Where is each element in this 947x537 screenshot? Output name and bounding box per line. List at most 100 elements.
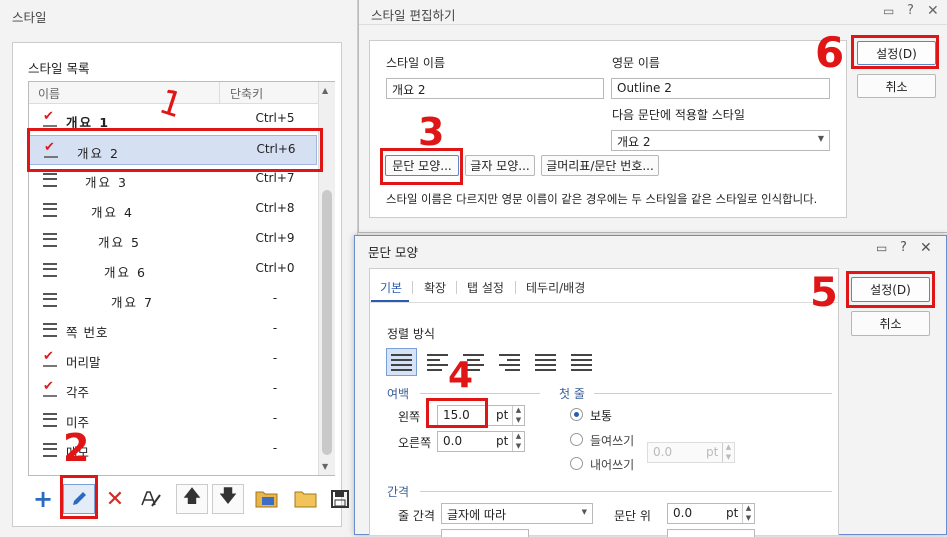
list-item[interactable]: 각주 - xyxy=(29,375,317,405)
delete-x-icon[interactable]: ✕ xyxy=(99,484,131,514)
style-shortcut: - xyxy=(272,321,278,335)
eng-name-label: 영문 이름 xyxy=(612,56,660,70)
radio-indent[interactable] xyxy=(570,433,583,446)
save-icon[interactable] xyxy=(327,484,353,514)
para-cancel-button[interactable]: 취소 xyxy=(851,311,930,336)
unit-label: pt xyxy=(496,408,509,422)
style-shortcut: - xyxy=(272,441,278,455)
align-divide-icon[interactable] xyxy=(566,348,597,376)
list-item[interactable]: 메모 - xyxy=(29,435,317,465)
para-ok-button[interactable]: 설정(D) xyxy=(851,277,930,302)
list-item[interactable]: 개요 5 Ctrl+9 xyxy=(29,225,317,255)
spinner-icon[interactable]: ▲ ▼ xyxy=(742,504,754,523)
add-icon[interactable]: + xyxy=(27,484,59,514)
spinner-icon: ▲ ▼ xyxy=(722,443,734,462)
close-icon[interactable]: ✕ xyxy=(927,3,939,19)
list-item-selected[interactable]: 개요 2 Ctrl+6 xyxy=(29,135,317,165)
style-list-header: 이름 단축키 xyxy=(29,82,318,104)
left-margin-value: 15.0 xyxy=(443,408,470,422)
partial-field xyxy=(441,529,529,537)
edit-pencil-icon[interactable] xyxy=(63,484,95,514)
line-spacing-select[interactable]: 글자에 따라 ▼ xyxy=(441,503,593,524)
edit-style-icon[interactable] xyxy=(135,484,167,514)
bullet-numbering-button[interactable]: 글머리표/문단 번호... xyxy=(541,155,659,176)
scroll-down-icon[interactable]: ▼ xyxy=(322,462,328,471)
next-style-value: 개요 2 xyxy=(617,135,651,149)
list-item[interactable]: 개요 6 Ctrl+0 xyxy=(29,255,317,285)
question-icon[interactable]: ? xyxy=(900,240,907,255)
spinner-icon[interactable]: ▲ ▼ xyxy=(512,406,524,425)
chevron-down-icon: ▼ xyxy=(581,508,587,516)
tab-basic[interactable]: 기본 xyxy=(380,279,402,296)
list-item[interactable]: 개요 4 Ctrl+8 xyxy=(29,195,317,225)
tab-border-bg[interactable]: 테두리/배경 xyxy=(526,279,585,296)
para-dialog-title: 문단 모양 xyxy=(368,245,418,260)
style-window-title: 스타일 xyxy=(12,10,47,25)
style-name: 개요 6 xyxy=(104,265,147,280)
scroll-thumb[interactable] xyxy=(322,190,332,455)
question-icon[interactable]: ? xyxy=(907,3,914,18)
move-down-icon[interactable]: 🡇 xyxy=(212,484,244,514)
style-name: 미주 xyxy=(66,415,90,430)
eng-name-field[interactable]: Outline 2 xyxy=(611,78,830,99)
style-shortcut: Ctrl+8 xyxy=(255,201,295,215)
close-icon[interactable]: ✕ xyxy=(920,240,932,256)
style-name-field[interactable]: 개요 2 xyxy=(386,78,604,99)
scroll-up-icon[interactable]: ▲ xyxy=(322,86,328,95)
import-style-icon[interactable] xyxy=(251,484,283,514)
paragraph-shape-button[interactable]: 문단 모양... xyxy=(385,155,459,176)
radio-outdent[interactable] xyxy=(570,457,583,470)
col-shortcut-header[interactable]: 단축키 xyxy=(230,85,263,102)
indent-value: 0.0 xyxy=(653,445,673,459)
paragraph-style-icon xyxy=(43,203,57,217)
align-label: 정렬 방식 xyxy=(387,327,435,341)
help-icon[interactable]: ▭ xyxy=(883,4,894,18)
align-left-icon[interactable] xyxy=(422,348,453,376)
tab-tab-settings[interactable]: 탭 설정 xyxy=(467,279,504,296)
style-name: 머리말 xyxy=(66,355,101,370)
margin-section-line xyxy=(420,393,540,394)
right-margin-label: 오른쪽 xyxy=(398,436,432,450)
align-center-icon[interactable] xyxy=(458,348,489,376)
edit-ok-button[interactable]: 설정(D) xyxy=(857,41,936,65)
open-folder-icon[interactable] xyxy=(290,484,322,514)
align-distribute-icon[interactable] xyxy=(530,348,561,376)
list-scrollbar[interactable]: ▲ ▼ xyxy=(318,82,335,475)
partial-field xyxy=(667,529,755,537)
right-margin-field[interactable]: 0.0 pt ▲ ▼ xyxy=(437,431,525,452)
indent-field: 0.0 pt ▲ ▼ xyxy=(647,442,735,463)
style-shortcut: Ctrl+7 xyxy=(255,171,295,185)
list-item[interactable]: 쪽 번호 - xyxy=(29,315,317,345)
list-item[interactable]: 머리말 - xyxy=(29,345,317,375)
style-name-note: 스타일 이름은 다르지만 영문 이름이 같은 경우에는 두 스타일을 같은 스타… xyxy=(386,192,818,206)
left-margin-field[interactable]: 15.0 pt ▲ ▼ xyxy=(437,405,525,426)
checked-style-icon xyxy=(43,109,57,127)
style-shortcut: - xyxy=(272,291,278,305)
list-item[interactable]: 미주 - xyxy=(29,405,317,435)
move-up-icon[interactable]: 🡅 xyxy=(176,484,208,514)
radio-normal[interactable] xyxy=(570,408,583,421)
radio-outdent-label: 내어쓰기 xyxy=(590,458,635,472)
tabs-bottom-line xyxy=(370,302,838,303)
right-margin-value: 0.0 xyxy=(443,434,463,448)
spinner-icon[interactable]: ▲ ▼ xyxy=(512,432,524,451)
col-name-header[interactable]: 이름 xyxy=(38,85,60,102)
style-name: 개요 2 xyxy=(77,146,120,161)
char-shape-button[interactable]: 글자 모양... xyxy=(465,155,535,176)
next-style-select[interactable]: 개요 2 ▼ xyxy=(611,130,830,151)
style-name: 각주 xyxy=(66,385,90,400)
style-name: 쪽 번호 xyxy=(66,325,109,340)
tab-extended[interactable]: 확장 xyxy=(424,279,446,296)
edit-cancel-button[interactable]: 취소 xyxy=(857,74,936,98)
chevron-down-icon: ▼ xyxy=(817,134,824,143)
align-justify-icon[interactable] xyxy=(386,348,417,376)
unit-label: pt xyxy=(706,445,719,459)
help-icon[interactable]: ▭ xyxy=(876,241,887,255)
radio-normal-label: 보통 xyxy=(590,409,613,423)
list-item[interactable]: 개요 7 - xyxy=(29,285,317,315)
para-above-field[interactable]: 0.0 pt ▲ ▼ xyxy=(667,503,755,524)
list-item[interactable]: 개요 3 Ctrl+7 xyxy=(29,165,317,195)
list-item[interactable]: 개요 1 Ctrl+5 xyxy=(29,105,317,135)
style-name: 개요 1 xyxy=(66,115,111,130)
align-right-icon[interactable] xyxy=(494,348,525,376)
